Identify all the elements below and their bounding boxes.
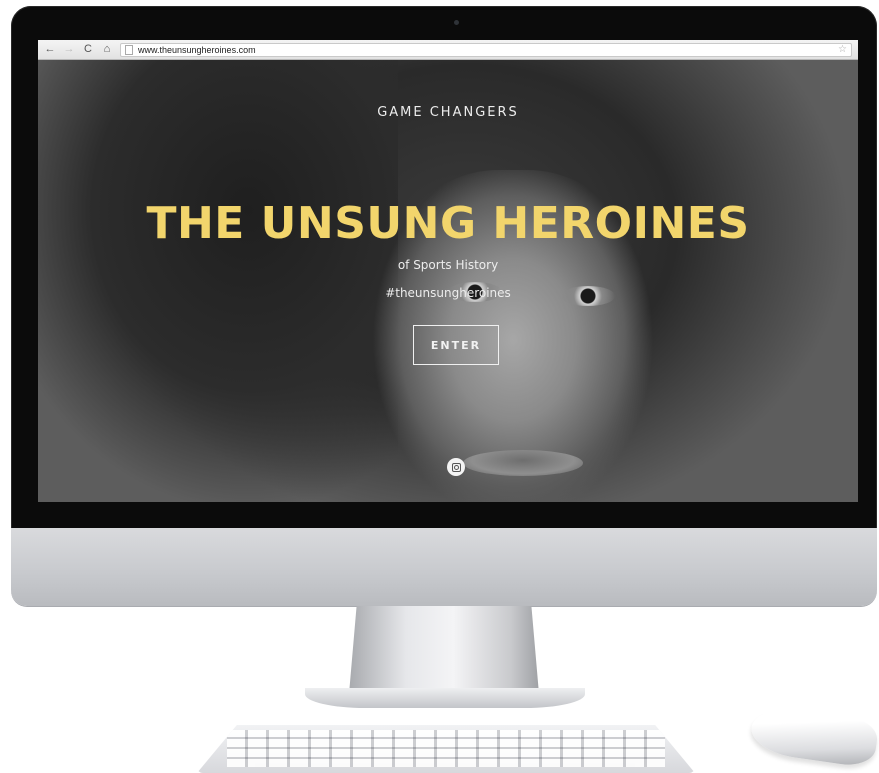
webcam bbox=[454, 20, 459, 25]
address-bar[interactable]: www.theunsungheroines.com ☆ bbox=[120, 42, 852, 57]
monitor-chin bbox=[11, 528, 877, 606]
hero-hashtag: #theunsungheroines bbox=[385, 286, 511, 300]
bookmark-star-icon[interactable]: ☆ bbox=[838, 44, 847, 55]
site-title[interactable]: GAME CHANGERS bbox=[38, 105, 858, 120]
hero-subheadline: of Sports History bbox=[397, 258, 499, 272]
reload-icon[interactable]: C bbox=[81, 43, 95, 57]
page-icon bbox=[125, 44, 133, 55]
monitor-stand-base bbox=[305, 688, 585, 708]
enter-button[interactable]: ENTER bbox=[413, 325, 499, 365]
keyboard bbox=[197, 725, 695, 773]
forward-arrow-icon[interactable]: → bbox=[62, 43, 76, 57]
hero-photo-shadow bbox=[38, 60, 398, 502]
mouse bbox=[748, 703, 879, 769]
hero-section: GAME CHANGERS THE UNSUNG HEROINES of Spo… bbox=[38, 60, 858, 502]
hero-headline: THE UNSUNG HEROINES bbox=[146, 198, 750, 249]
home-icon[interactable]: ⌂ bbox=[100, 43, 114, 57]
portrait-lips bbox=[463, 450, 583, 476]
monitor-stand bbox=[349, 606, 539, 694]
monitor-screen: ← → C ⌂ www.theunsungheroines.com ☆ GAME… bbox=[38, 40, 858, 502]
address-bar-url[interactable]: www.theunsungheroines.com bbox=[138, 45, 256, 55]
browser-toolbar: ← → C ⌂ www.theunsungheroines.com ☆ bbox=[38, 40, 858, 60]
instagram-icon bbox=[451, 462, 461, 472]
instagram-button[interactable] bbox=[447, 458, 465, 476]
back-arrow-icon[interactable]: ← bbox=[43, 43, 57, 57]
